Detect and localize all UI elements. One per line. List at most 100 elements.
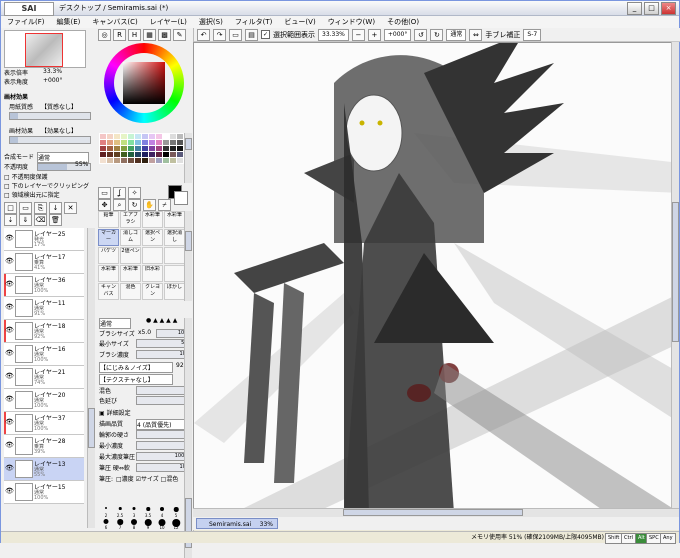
swatch-cell[interactable] [176,157,184,164]
brush-size-preset[interactable]: 5 [169,506,183,518]
copy-layer-button[interactable]: ⎘ [34,202,47,214]
new-layer-button[interactable]: □ [4,202,17,214]
scratch-mode-icon[interactable]: ✎ [173,29,186,41]
pressure-options[interactable]: □濃度 ☑サイズ □混色 [116,474,178,483]
clipping-option[interactable]: □ 下のレイヤーでクリッピング [4,181,89,190]
rotate-left-button[interactable]: ↺ [414,28,428,41]
angle-field[interactable]: +000° [383,28,412,41]
canvas-hscrollbar[interactable] [193,508,679,517]
tool-empty-2[interactable] [164,247,185,264]
tool-select-pen[interactable]: 選択ペン [142,229,163,246]
eyedropper-icon[interactable]: ⌿ [158,199,171,211]
redo-button[interactable]: ↷ [213,28,226,41]
paper-texture-slider[interactable] [9,112,91,120]
navigator[interactable] [4,30,86,68]
tool-canvas[interactable]: キャンバス [98,283,119,300]
delete-layer-button[interactable]: ✕ [64,202,77,214]
brush-size-multiplier[interactable]: x5.0 [138,329,151,336]
layer-row[interactable]: 👁 レイヤー15 通常 100% [4,481,84,504]
canvas-vscrollbar[interactable] [671,42,679,508]
layer-row[interactable]: 👁 レイヤー37 通常 100% [4,412,84,435]
eye-icon[interactable]: 👁 [5,395,14,403]
hsv-mode-icon[interactable]: H [128,29,141,41]
edge-hardness-slider[interactable]: 0 [136,430,190,439]
layer-row[interactable]: 👁 レイヤー28 乗算 39% [4,435,84,458]
brush-shape-select[interactable]: 【にじみ＆ノイズ】 [99,362,173,373]
tool-eraser[interactable]: 消しゴム [120,229,141,246]
layer-row-selected[interactable]: 👁 レイヤー13 通常 55% [4,458,84,481]
brush-size-preset[interactable]: 12 [169,518,183,530]
detect-source-option[interactable]: □ 領域検出元に指定 [4,190,60,199]
detail-settings-toggle[interactable]: ▣ 詳細設定 [99,408,131,417]
eye-icon[interactable]: 👁 [5,303,14,311]
merge-layer-button[interactable]: ↓ [49,202,62,214]
tool-watercolor[interactable]: 水彩筆 [142,211,163,228]
canvas-tab[interactable]: Semiramis.sai 33% [196,518,278,529]
preserve-opacity-option[interactable]: □ 不透明度保護 [4,172,48,181]
layer-row[interactable]: 👁 レイヤー36 通常 100% [4,274,84,297]
brush-mode-select[interactable]: 通常 [99,318,131,329]
new-folder-button[interactable]: ▭ [19,202,32,214]
paper-texture-value[interactable]: 【質感なし】 [41,102,77,111]
eye-icon[interactable]: 👁 [5,257,14,265]
tool-crayon[interactable]: クレヨン [142,283,163,300]
paper-effect-value[interactable]: 【効果なし】 [41,126,77,135]
swatch-mode-icon[interactable]: ▩ [158,29,171,41]
brush-size-preset[interactable]: 8 [127,518,141,530]
tool-watercolor-4[interactable]: 水彩筆 [120,265,141,282]
tool-old-watercolor[interactable]: 旧水彩 [142,265,163,282]
brush-size-preset[interactable]: 10 [155,518,169,530]
saturation-value-square[interactable] [123,62,165,104]
tool-bucket[interactable]: バケツ [98,247,119,264]
max-pressure-slider[interactable]: 100% [136,452,190,461]
tool-empty-3[interactable] [164,265,185,282]
color-wheel[interactable] [104,43,184,123]
menu-filter[interactable]: フィルタ(T) [229,16,279,28]
menu-layer[interactable]: レイヤー(L) [144,16,193,28]
tool-binary-pen[interactable]: 2値ペン [120,247,141,264]
brush-shape-icons[interactable]: ● ▲ ▲ ▲ ▲ [146,317,177,324]
zoom-out-button[interactable]: − [351,28,365,41]
layer-row[interactable]: 👁 レイヤー17 乗算 41% [4,251,84,274]
brush-size-preset[interactable]: 3.5 [141,506,155,518]
tool-blend[interactable]: 混色 [120,283,141,300]
background-color[interactable] [174,191,188,205]
brush-shape-value[interactable]: 92 [176,362,184,369]
close-button[interactable]: × [661,2,676,15]
props-scrollbar[interactable] [184,318,192,558]
layer-row[interactable]: 👁 レイヤー11 通常 91% [4,297,84,320]
eye-icon[interactable]: 👁 [5,326,14,334]
menu-select[interactable]: 選択(S) [193,16,229,28]
trash-icon[interactable]: 🗑 [49,214,62,226]
lasso-icon[interactable]: ʆ [113,187,126,199]
tool-empty-1[interactable] [142,247,163,264]
brush-size-preset[interactable]: 2.5 [113,506,127,518]
layer-row[interactable]: 👁 レイヤー25 発光 17% [4,228,84,251]
mode-field[interactable]: 通常 [446,28,467,41]
merge-down-button[interactable]: ⇓ [19,214,32,226]
menu-window[interactable]: ウィンドウ(W) [322,16,381,28]
canvas-view[interactable] [193,42,679,517]
min-size-slider[interactable]: 5% [136,339,190,348]
hand-icon[interactable]: ✋ [143,199,156,211]
brush-density-slider[interactable]: 100 [136,350,190,359]
move-icon[interactable]: ✥ [98,199,111,211]
canvas-vscroll-thumb[interactable] [672,202,679,342]
nav-angle-value[interactable]: +000° [43,77,62,84]
tool-watercolor-2[interactable]: 水彩筆 [164,211,185,228]
tool-watercolor-3[interactable]: 水彩筆 [98,265,119,282]
brush-size-preset[interactable]: 2 [99,506,113,518]
color-wheel-mode-icon[interactable]: ◎ [98,29,111,41]
invert-button[interactable]: ▤ [245,28,258,41]
tool-airbrush[interactable]: エアブラシ [120,211,141,228]
brush-size-preset[interactable]: 3 [127,506,141,518]
tool-scrollbar[interactable] [184,211,192,301]
tool-pencil[interactable]: 鉛筆 [98,211,119,228]
brush-size-preset[interactable]: 4 [155,506,169,518]
paper-effect-slider[interactable] [9,136,91,144]
rotate-icon[interactable]: ↻ [128,199,141,211]
mixer-mode-icon[interactable]: ▦ [143,29,156,41]
brush-size-preset[interactable]: 6 [99,518,113,530]
quality-select[interactable]: 4 (品質優先) [136,419,188,430]
rect-select-icon[interactable]: ▭ [98,187,111,199]
